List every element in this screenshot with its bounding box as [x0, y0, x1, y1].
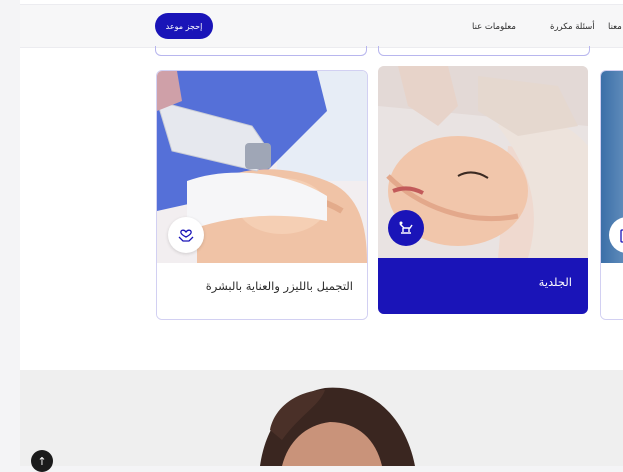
card-footer [601, 263, 623, 319]
previous-card-bottom [378, 46, 590, 56]
doctor-section [20, 370, 623, 466]
service-title: الجلدية [538, 275, 572, 289]
service-title: التجميل بالليزر والعناية بالبشرة [205, 279, 353, 293]
service-card-dermatology[interactable]: الجلدية [378, 66, 588, 314]
dermatology-chair-icon [388, 210, 424, 246]
doctor-photo [260, 387, 415, 466]
nav-link-faq[interactable]: أسئلة مكررة [550, 22, 595, 32]
service-card-partial[interactable] [600, 70, 623, 320]
nav-link-about[interactable]: معلومات عنا [472, 22, 516, 32]
scroll-to-top-button[interactable]: ↑ [31, 450, 53, 472]
service-card-laser[interactable]: التجميل بالليزر والعناية بالبشرة [156, 70, 368, 320]
previous-card-bottom [155, 46, 367, 56]
book-appointment-button[interactable]: إحجز موعد [155, 13, 213, 39]
header-bar: إحجز موعد معلومات عنا أسئلة مكررة معنا [20, 4, 623, 48]
page: إحجز موعد معلومات عنا أسئلة مكررة معنا ا… [20, 0, 623, 466]
hands-heart-icon [168, 217, 204, 253]
nav-link-contact[interactable]: معنا [608, 22, 622, 32]
